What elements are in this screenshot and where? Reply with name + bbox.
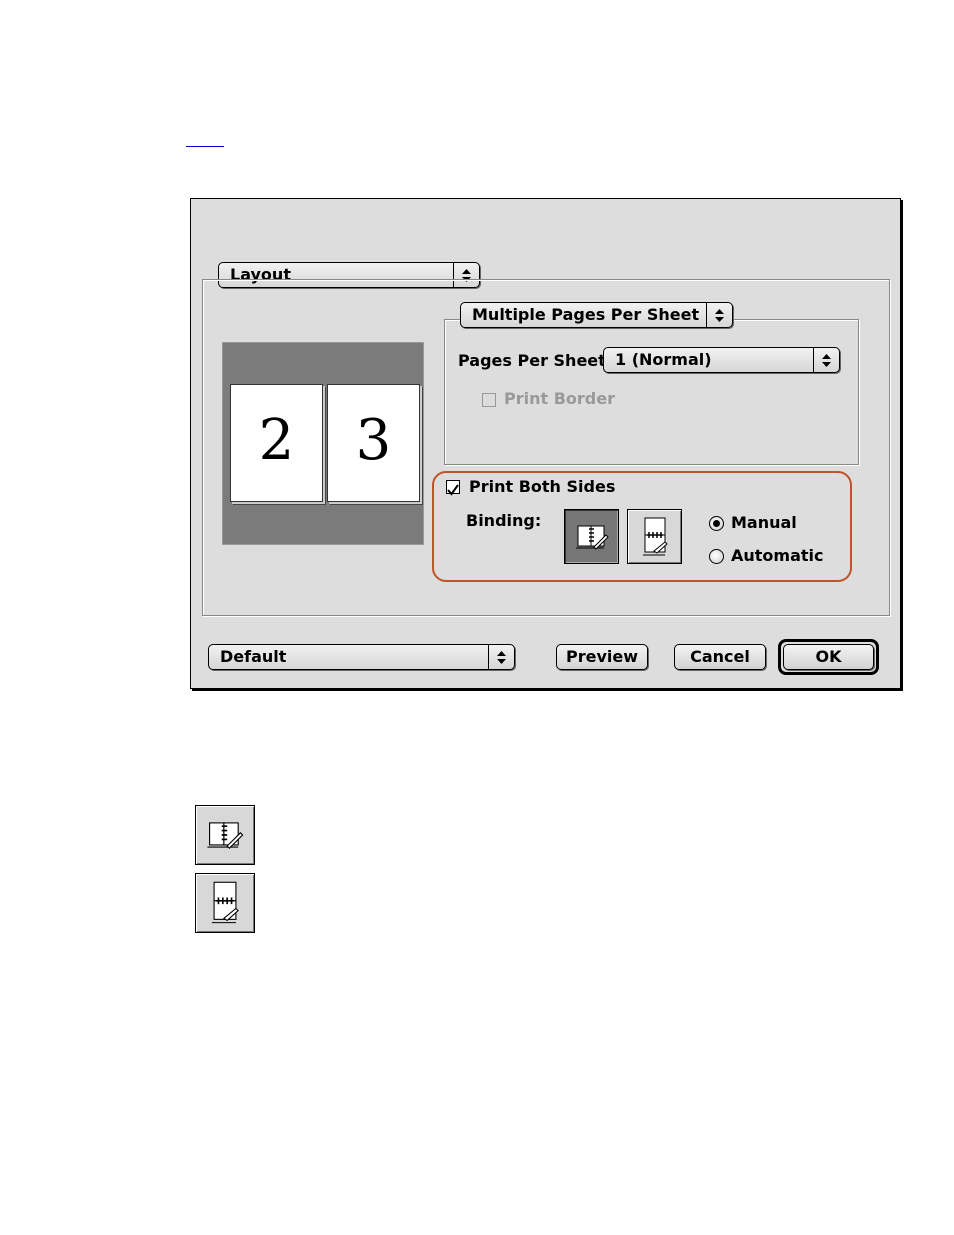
preview-button[interactable]: Preview bbox=[556, 644, 648, 670]
subpanel-popup-label: Multiple Pages Per Sheet bbox=[472, 305, 700, 324]
manual-label: Manual bbox=[731, 513, 797, 532]
radio-selected-dot bbox=[713, 520, 720, 527]
book-binding-button[interactable] bbox=[564, 509, 619, 564]
print-both-sides-label: Print Both Sides bbox=[469, 477, 616, 496]
updown-arrow-icon bbox=[706, 303, 732, 327]
legend-tablet-binding bbox=[195, 873, 255, 933]
print-border-label: Print Border bbox=[504, 389, 615, 408]
pages-per-sheet-value: 1 (Normal) bbox=[615, 350, 712, 369]
ok-button[interactable]: OK bbox=[783, 644, 874, 670]
manual-radio[interactable] bbox=[709, 516, 724, 531]
checkmark-icon bbox=[447, 484, 459, 496]
updown-arrow-icon bbox=[813, 348, 839, 372]
pages-per-sheet-label: Pages Per Sheet: bbox=[458, 351, 613, 370]
print-dialog: Layout 2 3 Multiple Pages Per Sheet Page… bbox=[190, 198, 901, 689]
preview-page-3: 3 bbox=[327, 384, 420, 502]
print-both-sides-checkbox[interactable] bbox=[446, 480, 460, 496]
updown-arrow-icon bbox=[488, 645, 514, 669]
book-binding-icon bbox=[207, 822, 244, 849]
layout-preview: 2 3 bbox=[222, 342, 424, 545]
book-binding-icon bbox=[575, 525, 609, 550]
settings-popup-label: Default bbox=[220, 647, 287, 666]
cancel-button[interactable]: Cancel bbox=[674, 644, 766, 670]
top-link[interactable] bbox=[186, 146, 224, 147]
binding-label: Binding: bbox=[466, 511, 542, 530]
settings-popup[interactable]: Default bbox=[208, 644, 515, 670]
tablet-binding-icon bbox=[642, 517, 668, 555]
pages-per-sheet-popup[interactable]: 1 (Normal) bbox=[603, 347, 840, 373]
automatic-radio[interactable] bbox=[709, 549, 724, 564]
tablet-binding-icon bbox=[211, 881, 239, 924]
legend-book-binding bbox=[195, 805, 255, 865]
automatic-label: Automatic bbox=[731, 546, 824, 565]
subpanel-popup[interactable]: Multiple Pages Per Sheet bbox=[460, 302, 733, 328]
tablet-binding-button[interactable] bbox=[627, 509, 682, 564]
print-border-checkbox[interactable] bbox=[482, 393, 496, 407]
preview-page-2: 2 bbox=[230, 384, 323, 502]
